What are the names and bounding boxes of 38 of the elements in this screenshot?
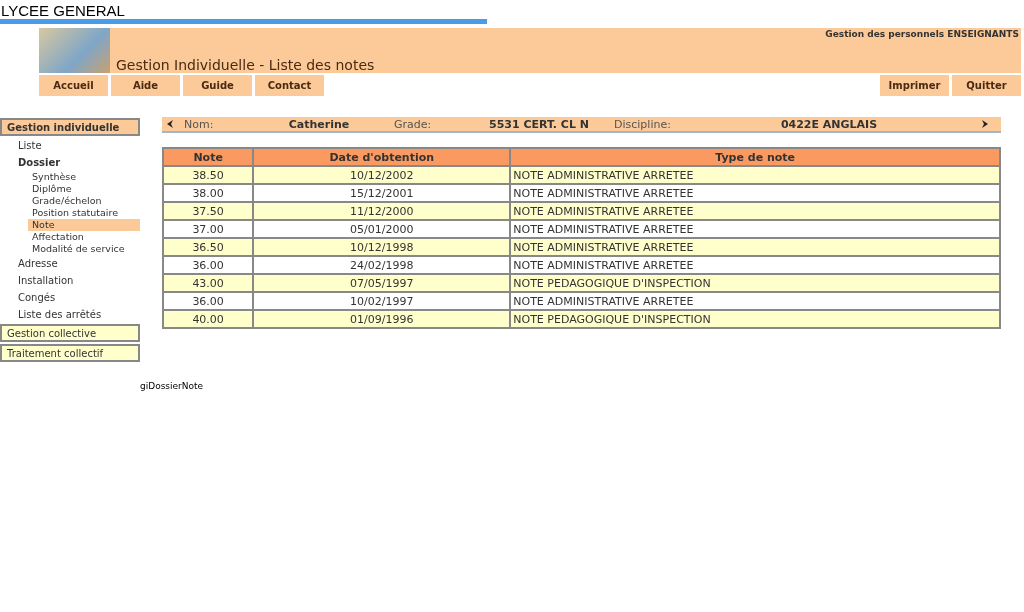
page-title: Gestion Individuelle - Liste des notes	[115, 57, 376, 73]
column-header: Note	[163, 148, 254, 166]
site-title: LYCEE GENERAL	[0, 1, 126, 19]
nav-button[interactable]: Accueil	[39, 75, 108, 96]
header-subtitle: Gestion des personnels ENSEIGNANTS	[825, 28, 1020, 39]
sidebar-item[interactable]: Adresse	[18, 255, 138, 272]
nav-button[interactable]: Contact	[255, 75, 324, 96]
left-arrow-icon[interactable]	[166, 120, 174, 128]
nav-button[interactable]: Guide	[183, 75, 252, 96]
sidebar-item[interactable]: Affectation	[28, 231, 140, 243]
sidebar-item[interactable]: Position statutaire	[28, 207, 140, 219]
column-header: Type de note	[510, 148, 1000, 166]
column-header: Date d'obtention	[253, 148, 511, 166]
field-label: Nom:	[184, 117, 215, 131]
field-label: Discipline:	[614, 117, 672, 131]
nav-button[interactable]: Quitter	[952, 75, 1021, 96]
sidebar-item[interactable]: Note	[28, 219, 140, 231]
sidebar-item[interactable]: Congés	[18, 289, 138, 306]
nav-button[interactable]: Imprimer	[880, 75, 949, 96]
sidebar-item[interactable]: Synthèse	[28, 171, 140, 183]
field-value: Catherine	[287, 117, 351, 131]
field-value: 0422E ANGLAIS	[779, 117, 879, 131]
sidebar-item[interactable]: Grade/échelon	[28, 195, 140, 207]
nav-button[interactable]: Aide	[111, 75, 180, 96]
page-id-label: giDossierNote	[140, 381, 205, 391]
sidebar-item[interactable]: Dossier	[18, 154, 138, 171]
sidebar-section[interactable]: Gestion collective	[0, 324, 140, 342]
photo-placeholder	[39, 28, 110, 73]
sidebar-item[interactable]: Diplôme	[28, 183, 140, 195]
sidebar-section[interactable]: Gestion individuelle	[0, 118, 140, 136]
sidebar-item[interactable]: Liste	[18, 137, 138, 154]
field-value: 5531 CERT. CL N	[488, 117, 590, 131]
sidebar-section[interactable]: Traitement collectif	[0, 344, 140, 362]
sidebar-item[interactable]: Modalité de service	[28, 243, 140, 255]
field-label: Grade:	[394, 117, 433, 131]
sidebar-item[interactable]: Liste des arrêtés	[18, 306, 138, 323]
sidebar-item[interactable]: Installation	[18, 272, 138, 289]
right-arrow-icon[interactable]	[981, 120, 989, 128]
